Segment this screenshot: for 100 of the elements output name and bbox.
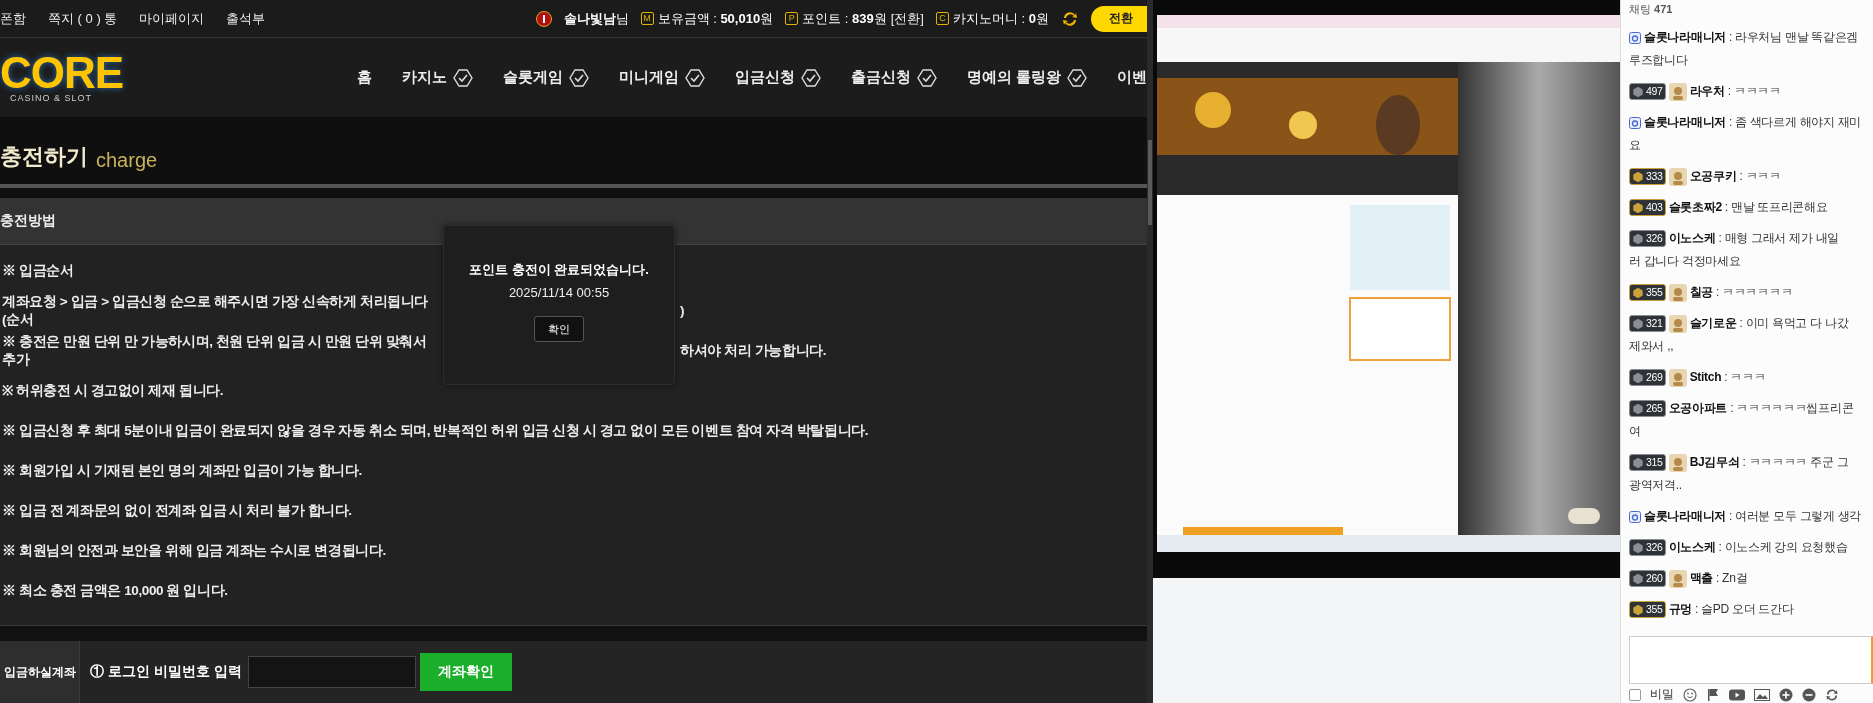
flag-icon[interactable]: [1706, 687, 1720, 702]
nav-item[interactable]: 미니게임: [618, 67, 705, 88]
manager-icon: [1629, 510, 1641, 523]
notice-text: ※ 최소 충전 금액은 10,000 원 입니다.: [2, 582, 228, 600]
user-name[interactable]: 슬롯나라매니저: [1644, 111, 1726, 134]
top-link[interactable]: 출석부: [226, 9, 266, 28]
dialog-time: 2025/11/14 00:55: [508, 285, 610, 300]
user-name[interactable]: 라우처: [1689, 80, 1725, 103]
notice-text: 하셔야 처리 가능합니다.: [680, 342, 827, 360]
page-title: 충전하기: [0, 143, 88, 171]
nav-item[interactable]: 이벤: [1117, 68, 1147, 87]
confirm-button[interactable]: 확인: [534, 316, 584, 342]
chat-input[interactable]: [1629, 636, 1873, 684]
field-label: ① 로그인 비밀번호 입력: [90, 663, 242, 681]
level-badge: 355: [1629, 284, 1666, 301]
chat-message-text: : 여러분 모두 그렇게 생각: [1728, 508, 1862, 525]
level-badge: 326: [1629, 230, 1666, 247]
level-badge: 355: [1629, 601, 1666, 618]
user-name[interactable]: 슬기로운: [1689, 312, 1737, 335]
chat-title: 채팅 471: [1629, 1, 1673, 17]
user-name[interactable]: 맥출: [1689, 567, 1714, 590]
manager-icon: [1629, 116, 1641, 129]
chat-message-text: : ㅋㅋㅋㅋㅋ 주군 그: [1742, 454, 1849, 471]
chat-message-text: 러 갑니다 걱정마세요: [1629, 254, 1741, 268]
notice-text: 계좌요청 > 입금 > 입금신청 순으로 해주시면 가장 신속하게 처리됩니다 (순서: [2, 293, 429, 329]
chat-message-text: : ㅋㅋㅋㅋㅋㅋ: [1716, 284, 1793, 301]
level-badge: 321: [1629, 315, 1666, 332]
currency-icon: P: [785, 12, 799, 25]
top-link[interactable]: 폰함: [0, 9, 26, 28]
section-title: 충전방법: [0, 212, 56, 230]
chat-message-text: 광역저격..: [1629, 478, 1682, 492]
nav-item[interactable]: 명예의 롤링왕: [966, 67, 1087, 88]
level-badge: 333: [1629, 168, 1666, 185]
level-badge: 326: [1629, 539, 1666, 556]
chat-message-text: : 라우처님 맨날 똑같은겜: [1728, 29, 1859, 46]
user-name[interactable]: 슬롯나라매니저: [1644, 505, 1726, 528]
notice-text: ※ 충전은 만원 단위 만 가능하시며, 천원 단위 입금 시 만원 단위 맞춰서 추가: [2, 333, 428, 369]
smiley-icon[interactable]: [1683, 687, 1697, 702]
chat-message-text: : ㅋㅋㅋㅋㅋㅋ씹프리콘: [1730, 400, 1854, 417]
nav-item[interactable]: 슬롯게임: [502, 67, 589, 88]
top-link[interactable]: 마이페이지: [139, 9, 205, 28]
user-name[interactable]: 이노스케: [1668, 227, 1716, 250]
chat-message-text: : ㅋㅋㅋ: [1739, 168, 1781, 185]
refresh-icon[interactable]: [1061, 9, 1079, 28]
user-name: 솔나빛남님: [563, 9, 629, 28]
balance-text: 포인트 : 839원: [802, 9, 887, 28]
notice-text: ※ 허위충전 시 경고없이 제재 됩니다.: [2, 382, 224, 400]
refresh-icon[interactable]: [1825, 687, 1839, 702]
user-name[interactable]: 칠공: [1689, 281, 1714, 304]
nav-item[interactable]: 출금신청: [850, 67, 937, 88]
level-badge: 260: [1629, 570, 1666, 587]
video-icon[interactable]: [1729, 687, 1745, 702]
level-badge: 403: [1629, 199, 1666, 216]
chat-message-text: 여: [1629, 424, 1641, 438]
dialog-message: 포인트 충전이 완료되었습니다.: [469, 261, 649, 279]
level-icon: [535, 10, 552, 27]
secret-label[interactable]: 비밀: [1650, 686, 1674, 703]
user-name[interactable]: 이노스케: [1668, 536, 1716, 559]
balance-text: 카지노머니 : 0원: [952, 9, 1049, 28]
balance-text: 보유금액 : 50,010원: [657, 9, 774, 28]
plus-icon[interactable]: [1779, 687, 1793, 702]
page-subtitle: charge: [96, 149, 158, 172]
user-name[interactable]: 오공쿠키: [1689, 165, 1737, 188]
notice-text: ※ 입금신청 후 최대 5분이내 입금이 완료되지 않을 경우 자동 취소 되며, 반복적인 허위 입금 신청 시 경고 없이 모든 이벤트 참여 자격 박탈됩니다.: [2, 422, 869, 440]
chat-message-text: : 맨날 또프리콘해요: [1724, 199, 1828, 216]
user-name[interactable]: 슬롯초짜2: [1668, 196, 1722, 219]
top-link[interactable]: 쪽지 ( 0 ) 통: [48, 9, 118, 28]
user-name[interactable]: 슬롯나라매니저: [1644, 26, 1726, 49]
notice-text: ※ 입금 전 계좌문의 없이 전계좌 입금 시 처리 불가 합니다.: [2, 502, 352, 520]
user-name[interactable]: BJ김무쇠: [1689, 451, 1740, 474]
logo-text[interactable]: CORE: [0, 52, 124, 93]
image-icon[interactable]: [1754, 687, 1770, 702]
nav-item[interactable]: 카지노: [401, 67, 473, 88]
chat-message-text: 제와서 ,,: [1629, 339, 1674, 353]
notice-text: ※ 입금순서: [2, 262, 74, 280]
notice-text: ※ 회원님의 안전과 보안을 위해 입금 계좌는 수시로 변경됩니다.: [2, 542, 386, 560]
user-name[interactable]: 오공아파트: [1668, 397, 1728, 420]
chat-message-text: 요: [1629, 138, 1641, 152]
convert-button[interactable]: 전환: [1091, 5, 1147, 32]
notice-text: ): [680, 302, 685, 320]
chat-message-text: : ㅋㅋㅋㅋ: [1727, 83, 1781, 100]
chat-message-text: : 이노스케 강의 요청했습: [1718, 539, 1848, 556]
currency-icon: M: [640, 12, 654, 25]
nav-item[interactable]: 홈: [356, 68, 372, 87]
manager-icon: [1629, 31, 1641, 44]
chat-message-text: : Zn걸: [1716, 570, 1748, 587]
minus-icon[interactable]: [1802, 687, 1816, 702]
chat-message-text: : 좀 색다르게 해야지 재미: [1728, 114, 1862, 131]
level-badge: 269: [1629, 369, 1666, 386]
user-name[interactable]: 규멍: [1668, 598, 1693, 621]
logo-tagline: CASINO & SLOT: [10, 92, 93, 103]
scrollbar[interactable]: [1147, 0, 1153, 703]
chat-message-text: : 슬PD 오더 드간다: [1695, 601, 1794, 618]
chat-message-text: : 매형 그래서 제가 내일: [1718, 230, 1839, 247]
nav-item[interactable]: 입금신청: [734, 67, 821, 88]
convert-link[interactable]: [전환]: [890, 9, 924, 28]
level-badge: 497: [1629, 83, 1666, 100]
secret-checkbox[interactable]: [1629, 688, 1641, 701]
user-name[interactable]: Stitch: [1689, 366, 1722, 389]
password-field[interactable]: [247, 656, 416, 688]
